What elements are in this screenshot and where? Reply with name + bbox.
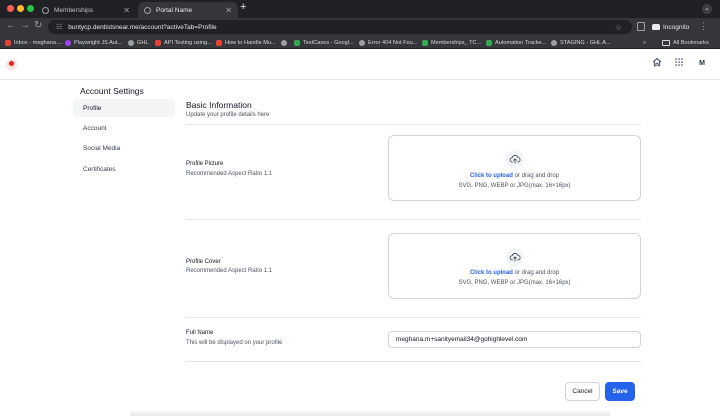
browser-toolbar: ← → ↻ ☷ buntycp.dentistsnear.me/account?… — [0, 18, 720, 36]
tab-search-button[interactable]: ⌄ — [702, 4, 712, 14]
bookmark-favicon-icon — [65, 39, 71, 46]
click-to-upload-link[interactable]: Click to upload — [470, 270, 513, 276]
bookmark-item[interactable]: Playwright JS Aut... — [65, 37, 122, 48]
sheets-icon — [486, 39, 492, 46]
back-arrow-icon[interactable]: ← — [6, 20, 16, 31]
account-settings-title: Account Settings — [80, 86, 144, 96]
upload-cloud-icon — [506, 248, 524, 266]
upload-instructions: Click to upload or drag and drop — [469, 270, 560, 276]
section-title: Basic Information — [186, 100, 252, 110]
bottom-shadow — [130, 410, 610, 416]
forward-arrow-icon[interactable]: → — [20, 20, 30, 31]
bookmark-item[interactable]: GHL — [128, 37, 149, 48]
apps-grid-icon[interactable] — [672, 57, 686, 71]
profile-cover-label: Profile Cover — [186, 259, 221, 265]
upload-formats: SVG, PNG, WEBP or JPG(max. 16×16px) — [458, 183, 571, 189]
brand-logo[interactable] — [6, 59, 17, 70]
sidebar-item-account[interactable]: Account — [73, 119, 175, 137]
folder-icon — [662, 39, 670, 46]
globe-icon — [551, 39, 557, 46]
sidebar-item-social-media[interactable]: Social Media — [73, 139, 175, 157]
browser-tab-strip: Memberships ✕ Portal Name ✕ + ⌄ — [0, 0, 720, 18]
bookmark-item[interactable]: API Testing using... — [155, 37, 212, 48]
tab-memberships[interactable]: Memberships ✕ — [36, 2, 136, 18]
bookmark-favicon-icon — [359, 39, 365, 46]
profile-picture-label: Profile Picture — [186, 161, 224, 167]
bookmark-star-icon[interactable]: ☆ — [615, 23, 622, 32]
sidebar-item-profile[interactable]: Profile — [73, 99, 175, 117]
new-tab-button[interactable]: + — [240, 1, 246, 13]
full-name-input[interactable] — [388, 331, 641, 348]
app-header: M — [0, 50, 720, 80]
bookmark-item[interactable]: STAGING - GHL A... — [551, 37, 611, 48]
tab-portal-name[interactable]: Portal Name ✕ — [138, 2, 238, 18]
close-tab-icon[interactable]: ✕ — [123, 6, 130, 15]
bookmark-item[interactable]: Automation Tracke... — [486, 37, 546, 48]
home-icon[interactable] — [650, 57, 664, 71]
maximize-window-icon[interactable] — [27, 5, 34, 12]
bookmark-item[interactable] — [281, 37, 290, 48]
browser-menu-icon[interactable]: ⋮ — [699, 21, 708, 32]
all-bookmarks-button[interactable]: All Bookmarks — [662, 37, 709, 48]
divider — [186, 124, 641, 125]
globe-icon — [281, 39, 287, 46]
bookmarks-bar: Inbox - meghana.... Playwright JS Aut...… — [0, 36, 720, 49]
youtube-icon — [216, 39, 222, 46]
address-bar-url: buntycp.dentistsnear.me/account?activeTa… — [68, 23, 217, 31]
upload-instructions: Click to upload or drag and drop — [469, 173, 560, 179]
sheets-icon — [422, 39, 428, 46]
divider — [186, 317, 641, 318]
full-name-hint: This will be displayed on your profile — [186, 340, 283, 346]
click-to-upload-link[interactable]: Click to upload — [470, 173, 513, 179]
incognito-icon — [652, 24, 660, 30]
bookmark-item[interactable]: How to Handle Mu... — [216, 37, 276, 48]
globe-icon — [144, 6, 151, 14]
sidebar-item-certificates[interactable]: Certificates — [73, 160, 175, 178]
site-info-icon[interactable]: ☷ — [56, 23, 62, 31]
reload-icon[interactable]: ↻ — [34, 20, 42, 31]
divider — [186, 219, 641, 220]
divider — [186, 361, 641, 362]
profile-picture-hint: Recommended Aspect Ratio 1:1 — [186, 171, 273, 177]
address-bar[interactable]: ☷ buntycp.dentistsnear.me/account?active… — [48, 20, 632, 34]
cancel-button[interactable]: Cancel — [565, 382, 600, 401]
more-bookmarks-button[interactable]: » — [643, 37, 646, 48]
close-tab-icon[interactable]: ✕ — [225, 6, 232, 15]
bookmark-item[interactable]: Inbox - meghana.... — [5, 37, 62, 48]
globe-icon — [128, 39, 134, 46]
full-name-label: Full Name — [186, 330, 214, 336]
profile-picture-upload[interactable]: Click to upload or drag and drop SVG, PN… — [388, 135, 641, 201]
close-window-icon[interactable] — [7, 5, 14, 12]
bookmark-item[interactable]: Error 404 Not Fou... — [359, 37, 417, 48]
bookmark-item[interactable]: Memberships_ TC... — [422, 37, 481, 48]
minimize-window-icon[interactable] — [17, 5, 24, 12]
upload-cloud-icon — [506, 150, 524, 168]
globe-icon — [42, 6, 49, 14]
user-avatar[interactable]: M — [695, 57, 709, 71]
profile-cover-hint: Recommended Aspect Ratio 1:1 — [186, 268, 273, 274]
upload-formats: SVG, PNG, WEBP or JPG(max. 16×16px) — [458, 280, 571, 286]
bookmark-item[interactable]: TestCases - Googl... — [294, 37, 354, 48]
sheets-icon — [294, 39, 300, 46]
save-button[interactable]: Save — [605, 382, 635, 401]
side-panel-icon[interactable] — [637, 22, 645, 31]
profile-cover-upload[interactable]: Click to upload or drag and drop SVG, PN… — [388, 233, 641, 299]
youtube-icon — [155, 39, 161, 46]
section-subtitle: Update your profile details here — [186, 112, 270, 118]
incognito-indicator[interactable]: Incognito — [652, 21, 689, 33]
gmail-icon — [5, 39, 11, 46]
